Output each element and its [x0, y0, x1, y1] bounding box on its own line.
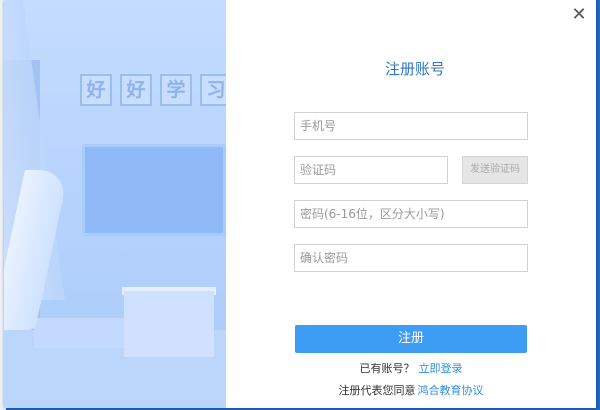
slogan-char: 好 [80, 74, 112, 106]
slogan-char: 习 [200, 74, 226, 106]
register-dialog: 好 好 学 习 ✕ 注册账号 发送验证码 注册 已有账号？ 立即登录 注册代表您同… [4, 0, 596, 408]
login-prompt: 已有账号？ 立即登录 [295, 360, 527, 376]
send-code-button[interactable]: 发送验证码 [462, 156, 528, 184]
classroom-illustration: 好 好 学 习 [4, 0, 226, 408]
blackboard [82, 144, 226, 236]
phone-input[interactable] [294, 112, 528, 140]
password-input[interactable] [294, 200, 528, 228]
agree-text: 注册代表您同意 [338, 384, 416, 397]
slogan-char: 好 [120, 74, 152, 106]
register-button[interactable]: 注册 [295, 325, 527, 353]
agreement-notice: 注册代表您同意 鸿合教育协议 [295, 382, 527, 398]
agreement-link[interactable]: 鸿合教育协议 [418, 384, 484, 397]
teacher-desk [124, 291, 214, 357]
close-icon[interactable]: ✕ [570, 6, 588, 24]
verification-code-input[interactable] [294, 156, 448, 184]
confirm-password-input[interactable] [294, 244, 528, 272]
login-link[interactable]: 立即登录 [419, 362, 463, 375]
slogan-char: 学 [160, 74, 192, 106]
have-account-text: 已有账号？ [359, 362, 415, 375]
slogan-banner: 好 好 学 习 [80, 74, 226, 106]
bench [34, 318, 134, 348]
page-title: 注册账号 [384, 60, 445, 78]
